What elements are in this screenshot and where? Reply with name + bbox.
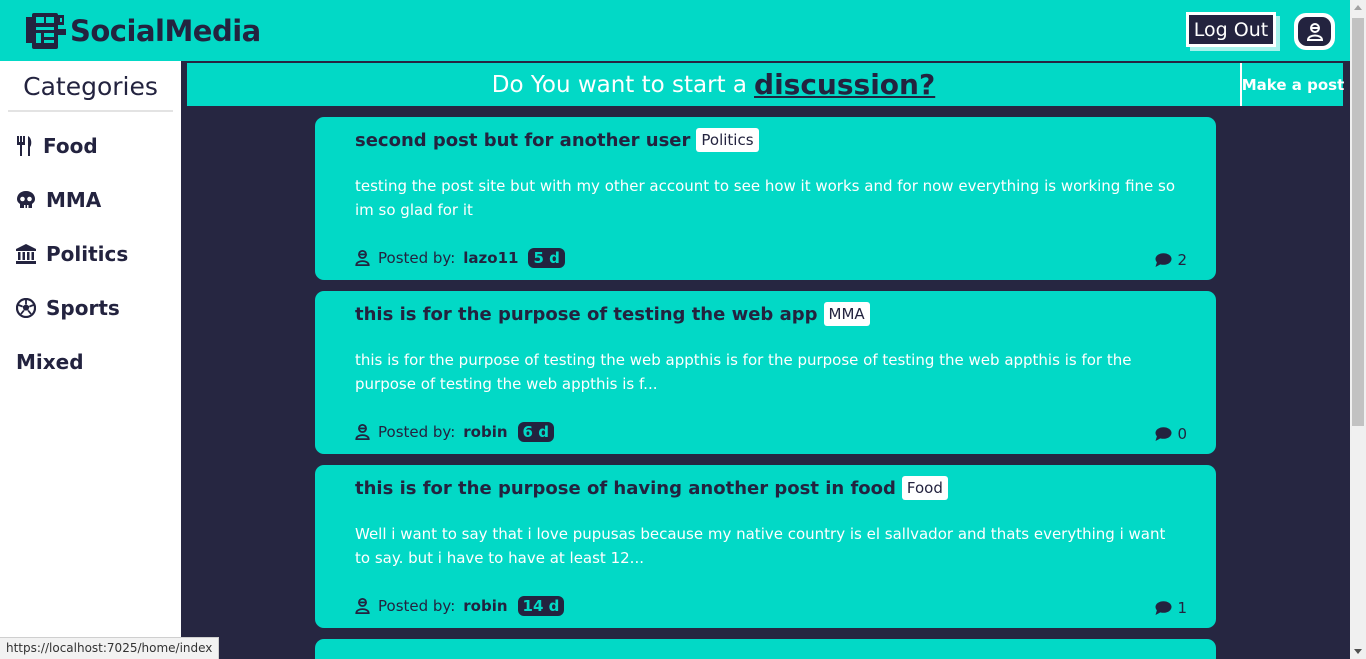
scroll-up-arrow-icon[interactable]	[1354, 5, 1362, 10]
post-excerpt: Well i want to say that i love pupusas b…	[355, 525, 1166, 567]
sidebar-item-label: Politics	[46, 242, 129, 266]
sidebar-item-mma[interactable]: MMA	[16, 188, 101, 212]
posted-by-label: Posted by:	[378, 597, 456, 615]
post-excerpt: this is for the purpose of testing the w…	[355, 351, 1132, 393]
post-meta: Posted by: robin 14 d	[355, 596, 565, 616]
skull-icon	[17, 191, 35, 208]
post-card[interactable]: second post but for another user Politic…	[315, 117, 1216, 280]
post-author[interactable]: robin	[463, 423, 507, 441]
brand-name: SocialMedia	[70, 14, 261, 48]
make-post-button[interactable]: Make a post	[1242, 63, 1345, 106]
user-icon	[355, 250, 370, 266]
sidebar-item-politics[interactable]: Politics	[16, 242, 128, 266]
brand-logo[interactable]: SocialMedia	[24, 11, 261, 51]
utensils-icon	[17, 136, 32, 156]
post-card[interactable]: this is for the purpose of having anothe…	[315, 465, 1216, 628]
comment-icon	[1155, 427, 1172, 441]
banner-prompt: Do You want to start a	[491, 71, 748, 98]
scrollbar-thumb[interactable]	[1352, 18, 1364, 426]
user-icon	[1306, 22, 1323, 41]
landmark-icon	[16, 244, 36, 264]
page-scrollbar[interactable]	[1350, 0, 1366, 659]
sidebar-item-mixed[interactable]: Mixed	[16, 350, 84, 374]
categories-title: Categories	[8, 72, 173, 112]
sidebar-item-label: Food	[43, 134, 98, 158]
post-age-badge: 6 d	[517, 422, 554, 442]
post-age-badge: 14 d	[517, 596, 565, 616]
user-icon	[355, 598, 370, 614]
comment-icon	[1155, 601, 1172, 615]
post-excerpt: testing the post site but with my other …	[355, 177, 1176, 219]
comment-count[interactable]: 2	[1155, 251, 1187, 269]
sidebar-item-label: Mixed	[16, 350, 84, 374]
comment-count[interactable]: 0	[1155, 425, 1187, 443]
post-meta: Posted by: robin 6 d	[355, 422, 554, 442]
status-bar-url: https://localhost:7025/home/index	[0, 637, 220, 659]
post-age-badge: 5 d	[528, 248, 565, 268]
post-card-partial[interactable]	[315, 639, 1216, 659]
top-navbar: SocialMedia Log Out	[0, 0, 1350, 61]
comment-count-value: 1	[1177, 599, 1187, 617]
logout-button[interactable]: Log Out	[1186, 12, 1276, 47]
posted-by-label: Posted by:	[378, 423, 456, 441]
sidebar-item-sports[interactable]: Sports	[16, 296, 120, 320]
post-category-tag[interactable]: Food	[901, 476, 948, 500]
profile-button[interactable]	[1294, 13, 1335, 50]
post-title[interactable]: this is for the purpose of having anothe…	[355, 478, 896, 499]
post-category-tag[interactable]: MMA	[823, 302, 870, 326]
sidebar-item-label: Sports	[46, 296, 120, 320]
post-title[interactable]: this is for the purpose of testing the w…	[355, 304, 818, 325]
posted-by-label: Posted by:	[378, 249, 456, 267]
discussion-link[interactable]: discussion?	[754, 68, 935, 101]
comment-count-value: 0	[1177, 425, 1187, 443]
soccer-ball-icon	[16, 298, 36, 318]
post-title[interactable]: second post but for another user	[355, 130, 690, 151]
comment-count[interactable]: 1	[1155, 599, 1187, 617]
scroll-down-arrow-icon[interactable]	[1354, 649, 1362, 654]
post-author[interactable]: robin	[463, 597, 507, 615]
discussion-banner: Do You want to start a discussion? Make …	[187, 63, 1345, 106]
post-meta: Posted by: lazo11 5 d	[355, 248, 565, 268]
comment-icon	[1155, 253, 1172, 267]
sidebar-item-label: MMA	[46, 188, 102, 212]
sidebar-item-food[interactable]: Food	[16, 134, 98, 158]
post-category-tag[interactable]: Politics	[696, 128, 759, 152]
post-author[interactable]: lazo11	[463, 249, 518, 267]
robot-logo-icon	[26, 13, 66, 49]
comment-count-value: 2	[1177, 251, 1187, 269]
categories-sidebar: Categories Food MMA Politics Sports Mixe…	[0, 61, 181, 659]
user-icon	[355, 424, 370, 440]
post-card[interactable]: this is for the purpose of testing the w…	[315, 291, 1216, 454]
